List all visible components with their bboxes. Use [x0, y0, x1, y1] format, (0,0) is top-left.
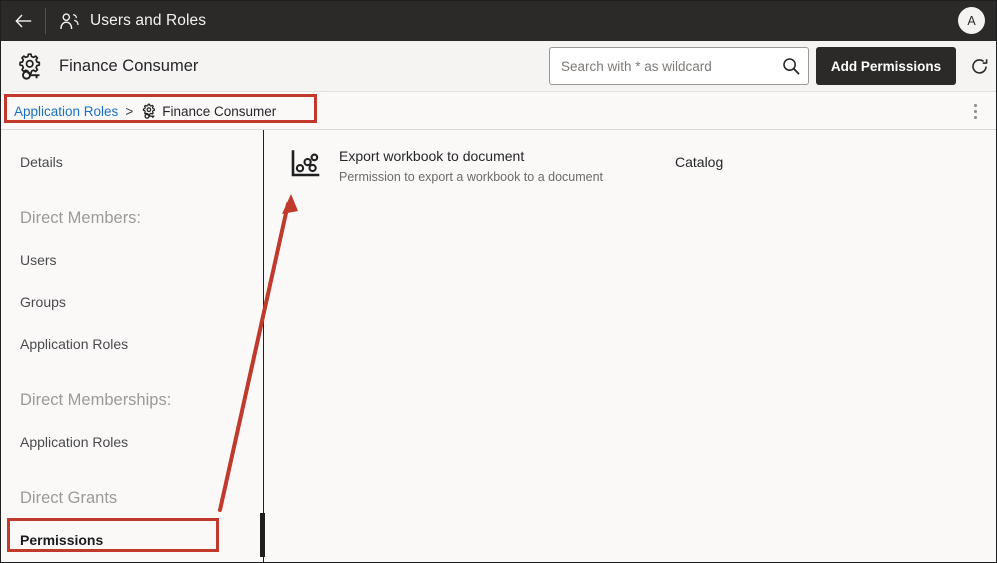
back-arrow-icon	[14, 14, 31, 28]
search-box[interactable]	[549, 47, 809, 85]
sidebar-group-direct-grants: Direct Grants	[20, 488, 118, 507]
app-header: Users and Roles A	[1, 1, 996, 41]
sidebar-item-application-roles-members[interactable]: Application Roles	[1, 323, 263, 365]
permission-row[interactable]: Export workbook to document Permission t…	[265, 130, 996, 184]
search-icon[interactable]	[774, 48, 808, 84]
permissions-panel: Export workbook to document Permission t…	[265, 130, 996, 562]
users-and-roles-page: Users and Roles A Finance Consumer A	[0, 0, 997, 563]
app-title: Users and Roles	[90, 12, 207, 29]
application-role-gear-key-icon	[14, 52, 44, 81]
breadcrumb-parent-link[interactable]: Application Roles	[14, 104, 118, 119]
sidebar-item-users[interactable]: Users	[1, 239, 263, 281]
search-input[interactable]	[550, 58, 774, 74]
refresh-icon[interactable]	[967, 54, 991, 78]
sidebar-group-direct-members: Direct Members:	[20, 208, 142, 227]
sidebar-item-application-roles-memberships[interactable]: Application Roles	[1, 421, 263, 463]
sidebar-item-permissions[interactable]: Permissions	[1, 519, 263, 561]
permission-scope: Catalog	[675, 154, 724, 170]
application-role-gear-key-icon	[140, 103, 157, 120]
detail-sidebar: Details Direct Members: Users Groups App…	[1, 130, 264, 562]
scatter-plot-icon	[291, 150, 321, 183]
back-button[interactable]	[1, 1, 45, 41]
add-permissions-button[interactable]: Add Permissions	[816, 47, 956, 85]
avatar[interactable]: A	[958, 7, 985, 34]
header-divider	[45, 8, 46, 34]
people-icon	[60, 12, 79, 29]
object-title: Finance Consumer	[59, 57, 199, 75]
sidebar-group-direct-memberships: Direct Memberships:	[20, 390, 172, 409]
avatar-initial: A	[967, 13, 976, 28]
sidebar-item-details[interactable]: Details	[1, 141, 263, 183]
breadcrumb-bar: Application Roles > Finance Consumer	[1, 92, 996, 130]
permission-description: Permission to export a workbook to a doc…	[339, 169, 604, 184]
sidebar-item-groups[interactable]: Groups	[1, 281, 263, 323]
breadcrumb-separator: >	[125, 103, 134, 119]
permission-title: Export workbook to document	[339, 148, 525, 164]
breadcrumb: Application Roles > Finance Consumer	[14, 103, 276, 120]
kebab-menu-icon[interactable]	[965, 100, 985, 122]
breadcrumb-current: Finance Consumer	[162, 103, 277, 119]
